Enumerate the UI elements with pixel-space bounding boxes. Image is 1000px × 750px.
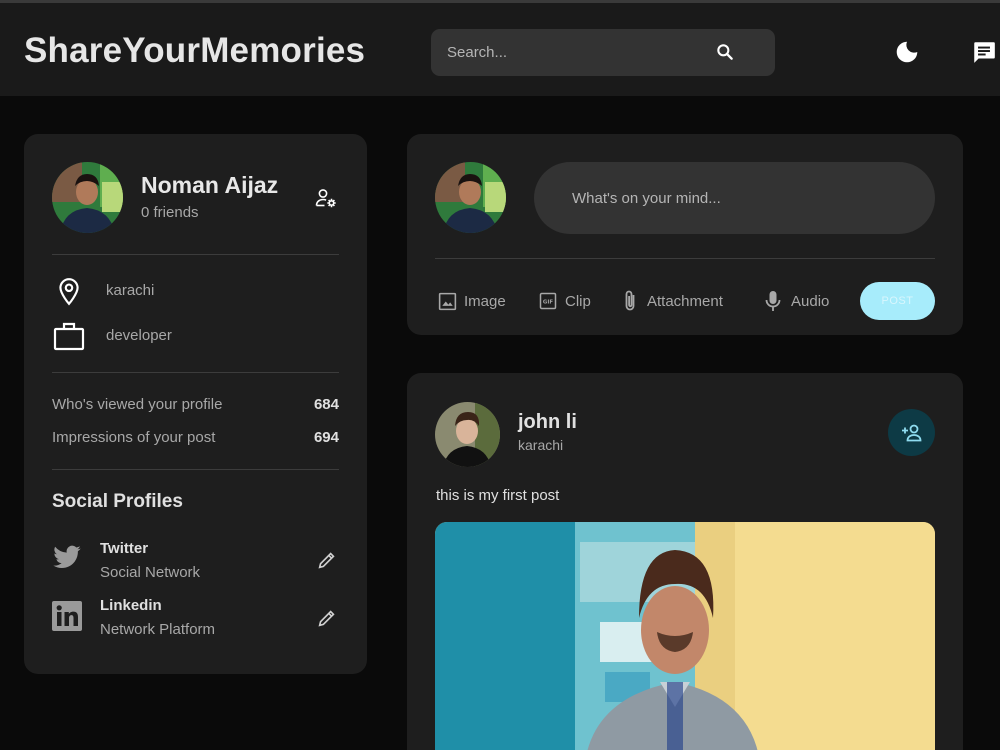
profile-avatar[interactable]	[52, 162, 123, 233]
composer-action-label[interactable]: Image	[464, 293, 506, 310]
social-profiles-heading: Social Profiles	[52, 491, 183, 512]
post-image[interactable]	[435, 522, 935, 750]
stat-label-impressions: Impressions of your post	[52, 429, 216, 446]
person-add-icon	[900, 421, 924, 448]
svg-text:GIF: GIF	[543, 300, 553, 306]
brand-logo[interactable]: ShareYourMemories	[24, 31, 365, 71]
social-linkedin-name[interactable]: Linkedin	[100, 597, 162, 614]
briefcase-icon	[53, 321, 85, 356]
post-author-name[interactable]: john li	[518, 411, 577, 434]
edit-twitter-icon[interactable]	[316, 549, 338, 576]
divider	[52, 372, 339, 373]
search-input[interactable]	[447, 29, 707, 76]
social-twitter-name[interactable]: Twitter	[100, 540, 148, 557]
social-linkedin-type: Network Platform	[100, 621, 216, 638]
composer-action-label[interactable]: Audio	[791, 293, 829, 310]
attachment-icon[interactable]	[621, 289, 639, 318]
profile-name[interactable]: Noman Aijaz	[141, 172, 278, 199]
search-bar	[431, 29, 775, 76]
stat-value-impressions: 694	[313, 429, 339, 446]
post-author-avatar[interactable]	[435, 402, 500, 467]
composer-action-label[interactable]: Clip	[565, 293, 591, 310]
gif-icon[interactable]: GIF	[538, 291, 558, 316]
social-twitter-type: Social Network	[100, 564, 201, 581]
post-author-location: karachi	[518, 437, 564, 453]
profile-card: Noman Aijaz 0 friends karachi developer …	[24, 134, 367, 674]
stat-value-profile-views: 684	[313, 396, 339, 413]
add-friend-button[interactable]	[888, 409, 935, 456]
divider	[52, 254, 339, 255]
divider	[52, 469, 339, 470]
post-text-input[interactable]	[534, 162, 935, 234]
profile-occupation: developer	[106, 327, 172, 344]
twitter-icon	[52, 545, 82, 576]
microphone-icon[interactable]	[764, 289, 782, 318]
linkedin-icon	[52, 601, 82, 636]
location-pin-icon	[56, 276, 82, 311]
composer-avatar	[435, 162, 506, 233]
dark-mode-moon-icon[interactable]	[894, 39, 920, 70]
manage-account-icon[interactable]	[314, 186, 338, 215]
composer-action-label[interactable]: Attachment	[647, 293, 723, 310]
message-icon[interactable]	[971, 39, 997, 70]
post-text: this is my first post	[436, 487, 560, 504]
search-icon[interactable]	[715, 42, 735, 67]
image-icon[interactable]	[437, 291, 458, 317]
profile-location: karachi	[106, 282, 155, 299]
navbar: ShareYourMemories	[0, 0, 1000, 96]
friends-count: 0 friends	[141, 204, 199, 221]
feed-post-card: john li karachi this is my first post	[407, 373, 963, 750]
stat-label-profile-views: Who's viewed your profile	[52, 396, 223, 413]
post-composer-card: Image GIF Clip Attachment Audio POST	[407, 134, 963, 335]
post-button[interactable]: POST	[860, 282, 935, 320]
edit-linkedin-icon[interactable]	[316, 607, 338, 634]
divider	[435, 258, 935, 259]
